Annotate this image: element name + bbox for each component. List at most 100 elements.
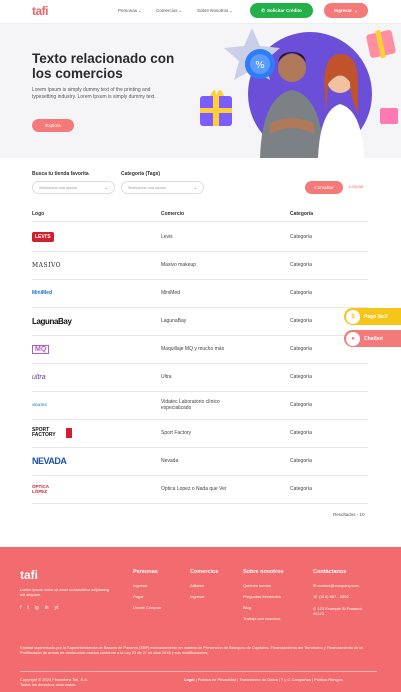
footer-link[interactable]: Preguntas frecuentes bbox=[243, 594, 281, 599]
legal-link[interactable]: Legal bbox=[184, 677, 194, 682]
store-category: Categoría bbox=[290, 318, 312, 324]
contact-address: ⊙ 123 Example St Panamá 94123 bbox=[313, 606, 362, 616]
store-filter-label: Busca tu tienda favorita bbox=[32, 171, 89, 177]
instagram-icon[interactable]: ig bbox=[35, 605, 39, 611]
table-row[interactable]: SPORT FACTORY Sport Factory Categoría bbox=[32, 419, 368, 447]
store-name: LagunaBay bbox=[161, 317, 187, 324]
legal-notice: Entidad supervisada por la Superintenden… bbox=[20, 645, 363, 655]
nav-personas[interactable]: Personas⌄ bbox=[118, 8, 141, 13]
legal-links: Legal | Política de Privacidad | Tratami… bbox=[184, 677, 343, 682]
chevron-down-icon: ⌄ bbox=[178, 8, 182, 13]
footer-link[interactable]: Dónde Comprar bbox=[133, 605, 161, 610]
store-logo: MQ bbox=[32, 341, 50, 357]
store-name: Ultra bbox=[161, 373, 172, 380]
store-category: Categoría bbox=[290, 234, 312, 240]
store-name: Nevada bbox=[161, 457, 179, 464]
social-links: f t ig in yt bbox=[20, 605, 58, 611]
store-logo: MASIVO bbox=[32, 261, 62, 269]
store-name: Vidatec Laboratorio clínico especializad… bbox=[161, 398, 220, 412]
store-category: Categoría bbox=[290, 430, 312, 436]
store-name: MiniMed bbox=[161, 289, 180, 296]
svg-text:%: % bbox=[255, 60, 265, 71]
limpiar-button[interactable]: Limpiar bbox=[349, 184, 364, 189]
linkedin-icon[interactable]: in bbox=[45, 605, 49, 611]
policy-links[interactable]: | Política de Privacidad | Tratamiento d… bbox=[196, 677, 343, 682]
category-select[interactable]: Seleccione una opción ⌄ bbox=[121, 181, 204, 194]
table-divider bbox=[32, 503, 368, 504]
store-logo: SPORT FACTORY bbox=[32, 425, 72, 441]
twitter-icon[interactable]: t bbox=[27, 605, 28, 611]
consultar-button[interactable]: Consultar bbox=[305, 181, 343, 194]
solicitar-credito-button[interactable]: ✆ Solicitar Crédito bbox=[250, 3, 313, 18]
chevron-down-icon: ⌄ bbox=[353, 7, 358, 13]
footer-link[interactable]: Ingresar bbox=[133, 583, 148, 588]
contact-email[interactable]: ✉ contact@company.com bbox=[313, 583, 359, 588]
hero-title: Texto relacionado con los comercios bbox=[32, 51, 175, 81]
table-row[interactable]: MASIVO Masivo makeup Categoría bbox=[32, 251, 368, 279]
explora-button[interactable]: Explora bbox=[32, 119, 74, 132]
copyright: Copyright © 2024 Financiera Tafi, S.A. T… bbox=[20, 677, 89, 687]
site-header: tafi Personas⌄ Comercios⌄ Sobre Nosotros… bbox=[0, 0, 401, 24]
footer-link[interactable]: Blog bbox=[243, 605, 251, 610]
facebook-icon[interactable]: f bbox=[20, 605, 21, 611]
store-name: Maquillaje MQ y mucho más bbox=[161, 345, 225, 352]
store-name: Levis bbox=[161, 233, 173, 240]
table-row[interactable]: MQ Maquillaje MQ y mucho más Categoría bbox=[32, 335, 368, 363]
footer-heading-comercios: Comercios bbox=[190, 569, 219, 575]
tafi-logo[interactable]: tafi bbox=[32, 4, 49, 18]
chevron-down-icon: ⌄ bbox=[193, 185, 197, 190]
chevron-down-icon: ⌄ bbox=[104, 185, 108, 190]
table-row[interactable]: ÓPTICA LÓPEZ Optica Lopez o Nada que Ver… bbox=[32, 475, 368, 503]
footer-divider bbox=[20, 671, 377, 672]
table-row[interactable]: LEVI'S Levis Categoría bbox=[32, 223, 368, 251]
store-category: Categoría bbox=[290, 374, 312, 380]
store-logo: NEVADA bbox=[32, 456, 67, 466]
chat-icon: ● bbox=[346, 331, 360, 346]
footer-heading-personas: Personas bbox=[133, 569, 158, 575]
store-logo: ÓPTICA LÓPEZ bbox=[32, 484, 49, 494]
category-filter-label: Categoría (Tags) bbox=[121, 171, 161, 177]
chevron-down-icon: ⌄ bbox=[138, 8, 142, 13]
youtube-icon[interactable]: yt bbox=[55, 605, 59, 611]
store-category: Categoría bbox=[290, 458, 312, 464]
table-row[interactable]: LagunaBay LagunaBay Categoría bbox=[32, 307, 368, 335]
chevron-down-icon: ⌄ bbox=[229, 8, 233, 13]
table-row[interactable]: MiniMed MiniMed Categoría bbox=[32, 279, 368, 307]
pago-facil-button[interactable]: $ Pago fácil bbox=[344, 308, 401, 325]
store-category: Categoría bbox=[290, 486, 312, 492]
footer-link[interactable]: Afiliarse bbox=[190, 583, 204, 588]
nav-comercios[interactable]: Comercios⌄ bbox=[156, 8, 182, 13]
column-header-logo: Logo bbox=[32, 211, 45, 217]
footer-logo[interactable]: tafi bbox=[20, 568, 38, 582]
footer-link[interactable]: Ingresar bbox=[190, 594, 205, 599]
site-footer: tafi Lorem ipsum dolor sit amet consecte… bbox=[0, 547, 401, 692]
table-divider bbox=[32, 221, 368, 222]
store-logo: MiniMed bbox=[32, 290, 52, 296]
column-header-store: Comercio bbox=[161, 211, 185, 217]
store-logo: LagunaBay bbox=[32, 316, 72, 326]
footer-link[interactable]: Pagar bbox=[133, 594, 144, 599]
store-category: Categoría bbox=[290, 262, 312, 268]
footer-link[interactable]: Quiénes somos bbox=[243, 583, 271, 588]
hero-description: Lorem Ipsum is simply dummy text of the … bbox=[32, 87, 156, 100]
table-row[interactable]: VIDATEC Vidatec Laboratorio clínico espe… bbox=[32, 391, 368, 419]
table-row[interactable]: NEVADA Nevada Categoría bbox=[32, 447, 368, 475]
store-name: Masivo makeup bbox=[161, 261, 197, 268]
results-count: Resultados - 10 bbox=[333, 512, 365, 517]
store-name: Sport Factory bbox=[161, 429, 192, 436]
store-category: Categoría bbox=[290, 402, 312, 408]
store-select[interactable]: Seleccione una opción ⌄ bbox=[32, 181, 115, 194]
store-category: Categoría bbox=[290, 290, 312, 296]
table-row[interactable]: ultra Ultra Categoría bbox=[32, 363, 368, 391]
nav-sobre-nosotros[interactable]: Sobre Nosotros⌄ bbox=[197, 8, 233, 13]
dollar-icon: $ bbox=[346, 309, 360, 324]
store-category: Categoría bbox=[290, 346, 312, 352]
chatbot-button[interactable]: ● Chatbot bbox=[344, 330, 401, 347]
footer-link[interactable]: Trabaja con nosotros bbox=[243, 616, 280, 621]
store-logo: ultra bbox=[32, 373, 46, 381]
footer-description: Lorem ipsum dolor sit amet consectetur a… bbox=[20, 587, 109, 597]
footer-heading-sobre-nosotros: Sobre nosotros bbox=[243, 569, 284, 575]
whatsapp-icon: ✆ bbox=[261, 7, 265, 13]
contact-phone[interactable]: ☏ (414) 687 - 5892 bbox=[313, 594, 349, 599]
ingresar-button[interactable]: Ingresar ⌄ bbox=[324, 3, 368, 18]
